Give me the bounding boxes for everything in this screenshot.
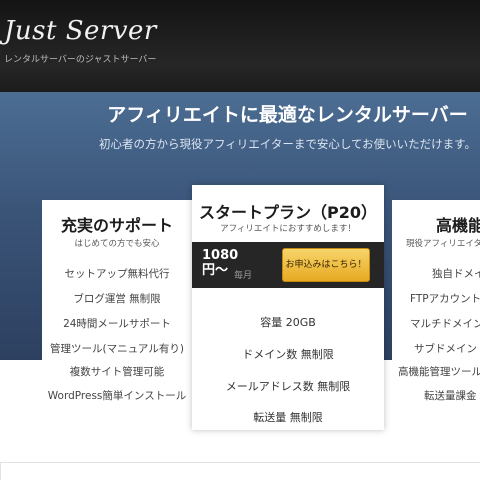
support-card: 充実のサポート はじめての方でも安心 セットアップ無料代行 ブログ運営 無制限 …	[42, 200, 192, 412]
hero-subtitle: 初心者の方から現役アフィリエイターまで安心してお使いいただけます。	[99, 137, 476, 151]
site-header: Just Server レンタルサーバーのジャストサーバー	[0, 0, 480, 92]
start-plan-card: スタートプラン（P20） アフィリエイトにおすすめします！ 1080円～ 毎月 …	[192, 185, 384, 430]
pro-feature: 独自ドメイン	[432, 268, 480, 280]
pro-card: 高機能 現役アフィリエイター 独自ドメイン FTPアカウント マルチドメイン サ…	[392, 200, 480, 412]
pro-feature: FTPアカウント	[410, 293, 480, 305]
plan-price: 1080円～	[202, 248, 239, 278]
support-feature: 管理ツール(マニュアル有り)	[50, 343, 184, 355]
apply-button[interactable]: お申込みはこちら！	[282, 248, 370, 282]
site-logo[interactable]: Just Server	[4, 16, 157, 46]
pro-feature: 転送量課金	[424, 390, 477, 402]
pro-card-subtitle: 現役アフィリエイター	[406, 239, 480, 249]
plan-spec: 容量 20GB	[260, 316, 316, 329]
price-unit: 毎月	[234, 271, 253, 281]
plan-spec: 転送量 無制限	[253, 411, 323, 424]
support-feature: WordPress簡単インストール	[47, 390, 187, 402]
support-feature: セットアップ無料代行	[64, 268, 170, 280]
site-tagline: レンタルサーバーのジャストサーバー	[4, 55, 157, 65]
support-feature: ブログ運営 無制限	[73, 293, 161, 305]
support-card-title: 充実のサポート	[60, 216, 173, 235]
support-card-subtitle: はじめての方でも安心	[74, 239, 160, 249]
price-bar: 1080円～ 毎月 お申込みはこちら！	[192, 242, 384, 288]
pro-feature: マルチドメイン	[410, 318, 480, 330]
content-panel-edge	[0, 462, 480, 480]
support-feature: 24時間メールサポート	[63, 318, 171, 330]
hero-title: アフィリエイトに最適なレンタルサーバー	[107, 104, 468, 126]
pro-feature: 高機能管理ツール	[398, 366, 480, 378]
start-plan-title: スタートプラン（P20）	[199, 203, 377, 222]
pro-feature: サブドメイン	[414, 343, 477, 355]
support-feature: 複数サイト管理可能	[69, 366, 165, 378]
plan-spec: メールアドレス数 無制限	[225, 380, 351, 393]
plan-spec: ドメイン数 無制限	[242, 348, 334, 361]
start-plan-subtitle: アフィリエイトにおすすめします！	[220, 224, 356, 234]
pro-card-title: 高機能	[436, 216, 480, 235]
